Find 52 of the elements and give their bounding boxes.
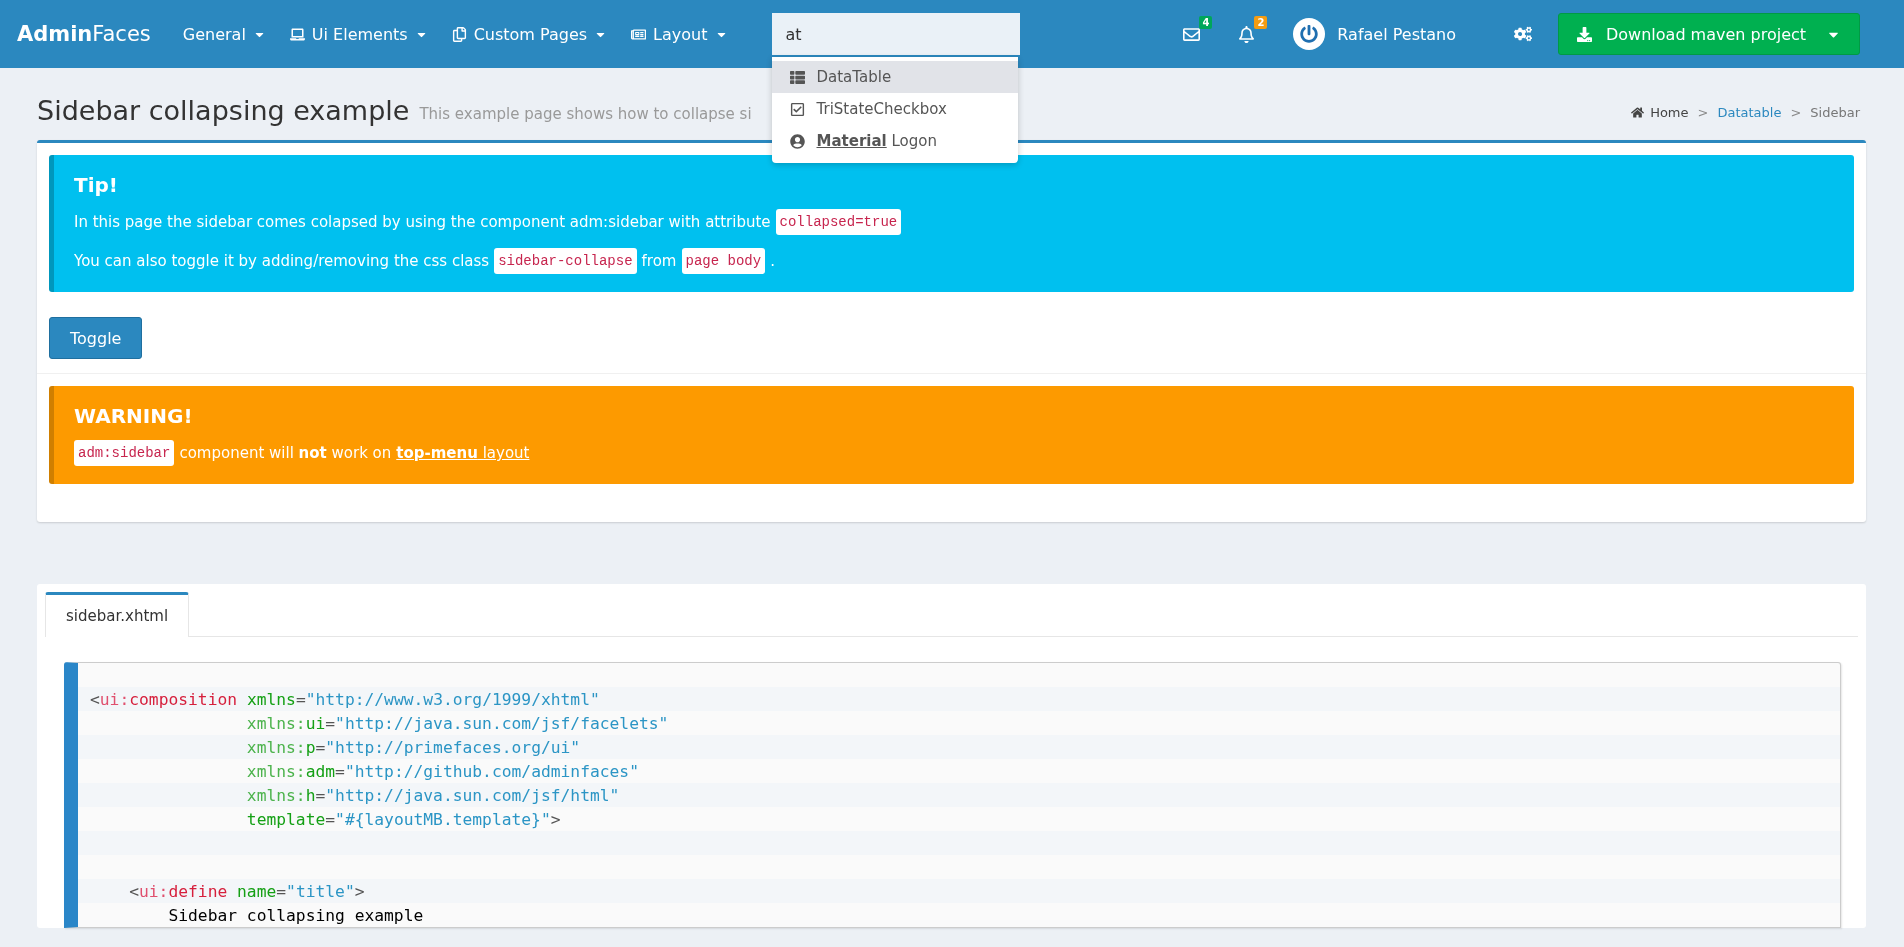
- warning-link[interactable]: top-menu layout: [396, 442, 530, 464]
- nav-menu[interactable]: Layout: [619, 24, 740, 44]
- page-title: Sidebar collapsing example: [37, 95, 410, 126]
- code-line: xmlns:h="http://java.sun.com/jsf/html": [245, 785, 620, 805]
- breadcrumb-link[interactable]: Home: [1631, 105, 1689, 120]
- nav-menu[interactable]: General: [170, 24, 278, 44]
- checkbox-icon: [789, 101, 805, 117]
- envelope-icon[interactable]: [1183, 25, 1201, 43]
- code-line: xmlns:adm="http://github.com/adminfaces": [245, 761, 639, 781]
- code-snippet: page body: [681, 248, 766, 274]
- breadcrumb-link[interactable]: Datatable: [1717, 105, 1782, 120]
- user-name[interactable]: Rafael Pestano: [1337, 24, 1456, 44]
- settings-icon[interactable]: [1514, 25, 1532, 43]
- avatar[interactable]: [1293, 18, 1326, 50]
- logo[interactable]: AdminFaces: [17, 22, 151, 46]
- warning-title: WARNING!: [74, 404, 194, 428]
- code-line: xmlns:ui="http://java.sun.com/jsf/facelets": [245, 713, 669, 733]
- file-tab[interactable]: sidebar.xhtml: [45, 592, 190, 637]
- download-button[interactable]: Download maven project: [1558, 13, 1860, 55]
- tip-title: Tip!: [74, 173, 119, 197]
- user-icon: [789, 133, 805, 149]
- notification-count-badge: 2: [1254, 15, 1268, 29]
- tip-text: You can also toggle it by adding/removing the css class: [74, 251, 490, 272]
- nav-menu[interactable]: Ui Elements: [277, 24, 440, 44]
- suggestion-item[interactable]: DataTable: [771, 61, 1018, 93]
- tip-text: .: [770, 251, 775, 272]
- code-line: <ui:composition xmlns="http://www.w3.org/1999/xhtml": [90, 689, 600, 709]
- home-icon: [1631, 106, 1645, 119]
- code-snippet: collapsed=true: [775, 209, 902, 235]
- code-line: xmlns:p="http://primefaces.org/ui": [245, 737, 581, 757]
- warning-text: component will not work on: [179, 443, 392, 464]
- code-snippet: adm:sidebar: [74, 440, 175, 466]
- message-count-badge: 4: [1199, 15, 1213, 29]
- code-line: template="#{layoutMB.template}">: [245, 809, 561, 829]
- code-snippet: sidebar-collapse: [494, 248, 637, 274]
- breadcrumb-separator: >: [1790, 105, 1802, 120]
- breadcrumb-text[interactable]: Home: [1650, 105, 1689, 120]
- page-subtitle: This example page shows how to collapse si: [419, 105, 752, 125]
- breadcrumb-current: Sidebar: [1810, 105, 1860, 120]
- tip-text: from: [641, 251, 677, 272]
- nav-menu[interactable]: Custom Pages: [439, 24, 620, 44]
- toggle-button[interactable]: Toggle: [49, 317, 143, 359]
- bell-icon[interactable]: [1238, 25, 1256, 43]
- tip-text: In this page the sidebar comes colapsed by using the component adm:sidebar with attribute: [74, 212, 771, 233]
- breadcrumb-separator: >: [1697, 105, 1709, 120]
- download-icon: [1577, 26, 1592, 42]
- search-field[interactable]: at: [771, 13, 1020, 55]
- code-line: Sidebar collapsing example: [167, 905, 424, 925]
- suggestion-item[interactable]: TriStateCheckbox: [771, 93, 1018, 125]
- code-line: <ui:define name="title">: [128, 881, 365, 901]
- suggestion-item[interactable]: Material Logon: [771, 125, 1018, 157]
- list-icon: [789, 69, 805, 85]
